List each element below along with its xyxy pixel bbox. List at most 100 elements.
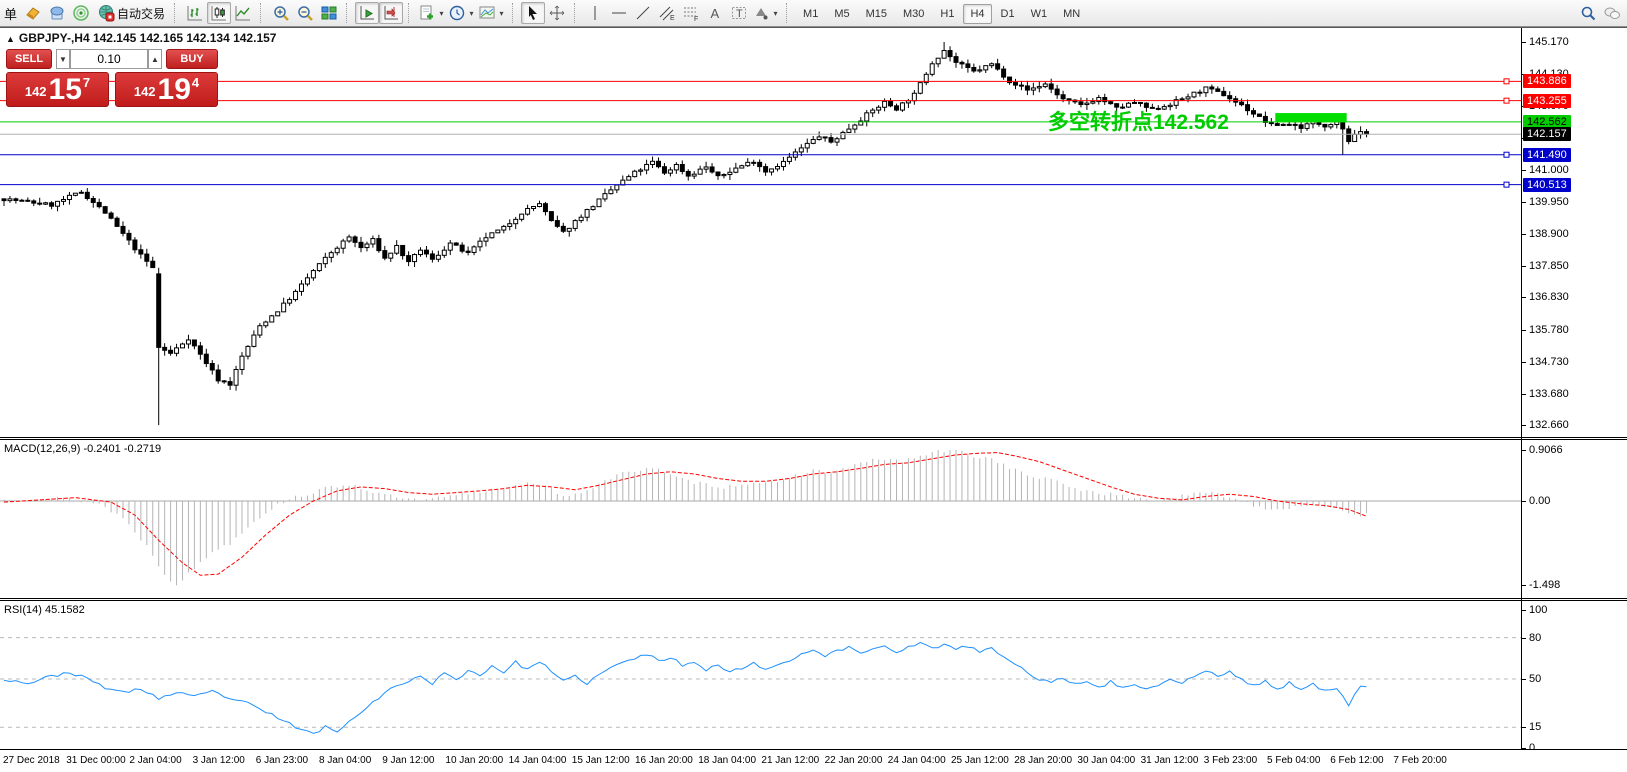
price-tick-label: 134.730 — [1522, 355, 1569, 369]
text-label-icon[interactable]: T — [727, 2, 751, 24]
cursor-icon[interactable] — [521, 2, 545, 24]
buy-button[interactable]: BUY — [166, 49, 218, 69]
cloud-upload-icon[interactable] — [45, 2, 69, 24]
timeframe-button-m15[interactable]: M15 — [859, 4, 894, 24]
trendline-icon[interactable] — [631, 2, 655, 24]
time-axis[interactable]: 27 Dec 201831 Dec 00:002 Jan 04:003 Jan … — [0, 749, 1627, 772]
time-axis-label: 25 Jan 12:00 — [951, 755, 1009, 766]
templates-icon[interactable]: ▾ — [477, 2, 507, 24]
timeframe-button-d1[interactable]: D1 — [994, 4, 1022, 24]
book-icon[interactable] — [21, 2, 45, 24]
dropdown-caret[interactable]: ▾ — [437, 9, 446, 18]
price-tick-label: 141.000 — [1522, 163, 1569, 177]
volume-input[interactable] — [70, 49, 148, 69]
price-tick-label: 135.780 — [1522, 323, 1569, 337]
time-axis-label: 3 Jan 12:00 — [193, 755, 245, 766]
time-axis-label: 6 Jan 23:00 — [256, 755, 308, 766]
buy-price-box[interactable]: 142 19 4 — [115, 72, 218, 107]
periods-clock-icon[interactable]: ▾ — [447, 2, 477, 24]
annotation-text: 多空转折点142.562 — [1048, 110, 1229, 134]
level-marker — [1504, 182, 1509, 187]
level-marker — [1504, 98, 1509, 103]
macd-pane[interactable] — [0, 440, 1521, 598]
macd-tick-label: 0.9066 — [1522, 443, 1563, 457]
time-axis-label: 14 Jan 04:00 — [509, 755, 567, 766]
sell-price-prefix: 142 — [25, 84, 47, 99]
tile-windows-icon[interactable] — [317, 2, 341, 24]
time-axis-label: 9 Jan 12:00 — [382, 755, 434, 766]
time-axis-label: 15 Jan 12:00 — [572, 755, 630, 766]
sell-price-box[interactable]: 142 15 7 — [6, 72, 109, 107]
timeframe-button-h1[interactable]: H1 — [933, 4, 961, 24]
time-axis-label: 8 Jan 04:00 — [319, 755, 371, 766]
search-icon[interactable] — [1576, 2, 1600, 24]
rsi-tick-label: 80 — [1522, 631, 1541, 645]
dropdown-caret[interactable]: ▾ — [497, 9, 506, 18]
macd-signal-line — [4, 453, 1367, 576]
svg-text:A: A — [711, 6, 720, 21]
vertical-line-icon[interactable] — [583, 2, 607, 24]
rsi-pane[interactable] — [0, 601, 1521, 749]
main-toolbar: 单 自动交易 ▾ ▾ ▾ E F A T ▾ M1M5M15M30H1H4D1W… — [0, 0, 1627, 27]
timeframe-button-h4[interactable]: H4 — [963, 4, 991, 24]
level-price-badge: 143.886 — [1523, 74, 1571, 88]
autotrade-button[interactable]: 自动交易 — [93, 2, 169, 24]
price-tick-label: 136.830 — [1522, 290, 1569, 304]
menu-char[interactable]: 单 — [4, 4, 17, 23]
timeframe-button-m1[interactable]: M1 — [796, 4, 825, 24]
price-tick-label: 132.660 — [1522, 418, 1569, 432]
level-price-badge: 143.255 — [1523, 94, 1571, 108]
fibonacci-icon[interactable]: F — [679, 2, 703, 24]
separator — [260, 3, 266, 23]
time-axis-label: 31 Jan 12:00 — [1141, 755, 1199, 766]
globe-icon — [97, 4, 115, 22]
svg-text:F: F — [694, 16, 698, 22]
horizontal-line-icon[interactable] — [607, 2, 631, 24]
separator — [512, 3, 518, 23]
one-click-trade-panel: SELL ▼ ▲ BUY 142 15 7 142 19 4 — [6, 49, 218, 69]
chart-window: 多空转折点142.562 ▲ GBPJPY-,H4 142.145 142.165… — [0, 27, 1627, 771]
sell-button[interactable]: SELL — [6, 49, 52, 69]
separator — [346, 3, 352, 23]
timeframe-button-mn[interactable]: MN — [1056, 4, 1087, 24]
zoom-out-icon[interactable] — [293, 2, 317, 24]
signal-icon[interactable] — [69, 2, 93, 24]
expand-arrow-icon[interactable]: ▲ — [6, 34, 15, 44]
macd-tick-label: 0.00 — [1522, 494, 1550, 508]
macd-label: MACD(12,26,9) -0.2401 -0.2719 — [4, 443, 161, 455]
dropdown-caret[interactable]: ▾ — [467, 9, 476, 18]
rsi-line — [4, 642, 1367, 733]
buy-price-prefix: 142 — [134, 84, 156, 99]
chart-shift-icon[interactable] — [379, 2, 403, 24]
auto-scroll-icon[interactable] — [355, 2, 379, 24]
dropdown-caret[interactable]: ▾ — [771, 9, 780, 18]
buy-price-sup: 4 — [192, 75, 199, 90]
svg-text:E: E — [670, 15, 675, 22]
equidistant-channel-icon[interactable]: E — [655, 2, 679, 24]
timeframe-button-m30[interactable]: M30 — [896, 4, 931, 24]
buy-price-big: 19 — [158, 76, 191, 104]
new-order-icon[interactable]: ▾ — [417, 2, 447, 24]
price-scale[interactable]: 145.170144.130143.070142.020141.000139.9… — [1521, 28, 1627, 749]
time-axis-label: 21 Jan 12:00 — [761, 755, 819, 766]
text-icon[interactable]: A — [703, 2, 727, 24]
timeframe-button-m5[interactable]: M5 — [827, 4, 856, 24]
time-axis-label: 28 Jan 20:00 — [1014, 755, 1072, 766]
volume-down-button[interactable]: ▼ — [56, 49, 70, 69]
bar-chart-icon[interactable] — [183, 2, 207, 24]
timeframe-group: M1M5M15M30H1H4D1W1MN — [795, 4, 1088, 22]
crosshair-icon[interactable] — [545, 2, 569, 24]
time-axis-label: 10 Jan 20:00 — [445, 755, 503, 766]
chart-title-text: GBPJPY-,H4 142.145 142.165 142.134 142.1… — [19, 31, 277, 45]
timeframe-button-w1[interactable]: W1 — [1024, 4, 1055, 24]
arrows-icon[interactable]: ▾ — [751, 2, 781, 24]
rsi-label: RSI(14) 45.1582 — [4, 604, 85, 616]
candlestick-chart-icon[interactable] — [207, 2, 231, 24]
zoom-in-icon[interactable] — [269, 2, 293, 24]
time-axis-label: 24 Jan 04:00 — [888, 755, 946, 766]
sell-price-big: 15 — [49, 76, 82, 104]
main-price-chart[interactable]: 多空转折点142.562 — [0, 28, 1521, 437]
volume-up-button[interactable]: ▲ — [148, 49, 162, 69]
line-chart-icon[interactable] — [231, 2, 255, 24]
chat-icon[interactable] — [1600, 2, 1624, 24]
